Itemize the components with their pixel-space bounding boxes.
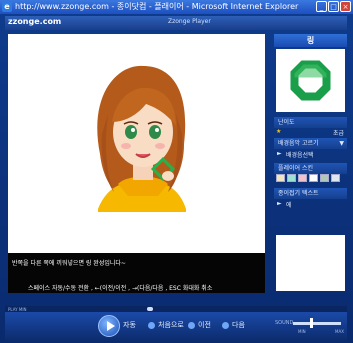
difficulty-label: 난이도 bbox=[278, 119, 295, 126]
item-preview bbox=[276, 49, 345, 112]
text-value: 에 bbox=[286, 202, 292, 209]
ie-icon: e bbox=[2, 2, 12, 12]
auto-label: 자동 bbox=[123, 321, 136, 329]
origami-text-label: 종이접기 텍스트 bbox=[278, 190, 319, 197]
minimize-button[interactable]: _ bbox=[316, 1, 327, 12]
play-button[interactable] bbox=[98, 315, 120, 337]
bgm-section[interactable]: 배경음악 고르기 ▼ bbox=[274, 138, 347, 149]
first-button[interactable]: 처음으로 bbox=[148, 318, 184, 332]
brand-logo: zzonge.com bbox=[8, 17, 62, 26]
window-titlebar: e http://www.zzonge.com - 종이닷컴 - 플래이어 - … bbox=[0, 0, 353, 14]
next-button[interactable]: 다음 bbox=[222, 318, 245, 332]
next-dot-icon bbox=[222, 321, 229, 329]
chevron-down-icon: ▼ bbox=[339, 140, 344, 147]
skin-label: 플레이어 스킨 bbox=[278, 165, 314, 172]
close-button[interactable]: × bbox=[340, 1, 351, 12]
sound-label: SOUND bbox=[275, 320, 294, 326]
skin-swatch[interactable] bbox=[320, 174, 329, 182]
bgm-select-value: 배경음선택 bbox=[286, 152, 314, 159]
instruction-caption: 반쪽을 다른 쪽에 끼워넣으면 링 완성입니다~ 스페이스 자동/수동 전환 ,… bbox=[8, 253, 265, 293]
skin-swatch[interactable] bbox=[276, 174, 285, 182]
bgm-select[interactable]: ► 배경음선택 bbox=[274, 150, 347, 159]
star-icon: ★ bbox=[276, 128, 282, 135]
bgm-label: 배경음악 고르기 bbox=[278, 140, 319, 147]
instruction-text: 반쪽을 다른 쪽에 끼워넣으면 링 완성입니다~ bbox=[12, 260, 126, 267]
difficulty-value: 초급 bbox=[332, 130, 344, 137]
progress-handle[interactable] bbox=[147, 307, 153, 311]
ring-preview-image bbox=[290, 60, 331, 101]
difficulty-section: 난이도 bbox=[274, 117, 347, 128]
volume-slider[interactable] bbox=[293, 322, 341, 325]
volume-min-label: MIN bbox=[298, 329, 306, 334]
difficulty-row: ★ 초급 bbox=[274, 128, 347, 137]
animation-stage bbox=[8, 34, 265, 253]
skin-swatch[interactable] bbox=[287, 174, 296, 182]
bgm-arrow-icon: ► bbox=[277, 150, 282, 157]
skin-swatch[interactable] bbox=[298, 174, 307, 182]
volume-max-label: MAX bbox=[335, 329, 344, 334]
skin-swatch[interactable] bbox=[309, 174, 318, 182]
text-box bbox=[276, 235, 345, 291]
auto-button[interactable]: 자동 bbox=[123, 318, 136, 332]
first-label: 처음으로 bbox=[158, 321, 184, 329]
first-dot-icon bbox=[148, 321, 155, 329]
text-row[interactable]: ► 에 bbox=[274, 200, 347, 209]
item-title: 링 bbox=[274, 34, 347, 47]
girl-illustration bbox=[97, 65, 186, 212]
prev-label: 이전 bbox=[198, 321, 211, 329]
next-label: 다음 bbox=[232, 321, 245, 329]
player-title: Zzonge Player bbox=[168, 18, 211, 25]
volume-knob[interactable] bbox=[310, 318, 313, 328]
text-section: 종이접기 텍스트 bbox=[274, 188, 347, 199]
window-title: http://www.zzonge.com - 종이닷컴 - 플래이어 - Mi… bbox=[15, 2, 299, 11]
keyboard-hint: 스페이스 자동/수동 전환 , ←(이전/이전 , →(다음/다음 , ESC … bbox=[28, 285, 213, 292]
prev-button[interactable]: 이전 bbox=[188, 318, 211, 332]
text-arrow-icon: ► bbox=[277, 200, 282, 207]
skin-swatch[interactable] bbox=[331, 174, 340, 182]
maximize-button[interactable]: □ bbox=[328, 1, 339, 12]
skin-swatches bbox=[276, 174, 345, 184]
skin-section: 플레이어 스킨 bbox=[274, 163, 347, 174]
prev-dot-icon bbox=[188, 321, 195, 329]
